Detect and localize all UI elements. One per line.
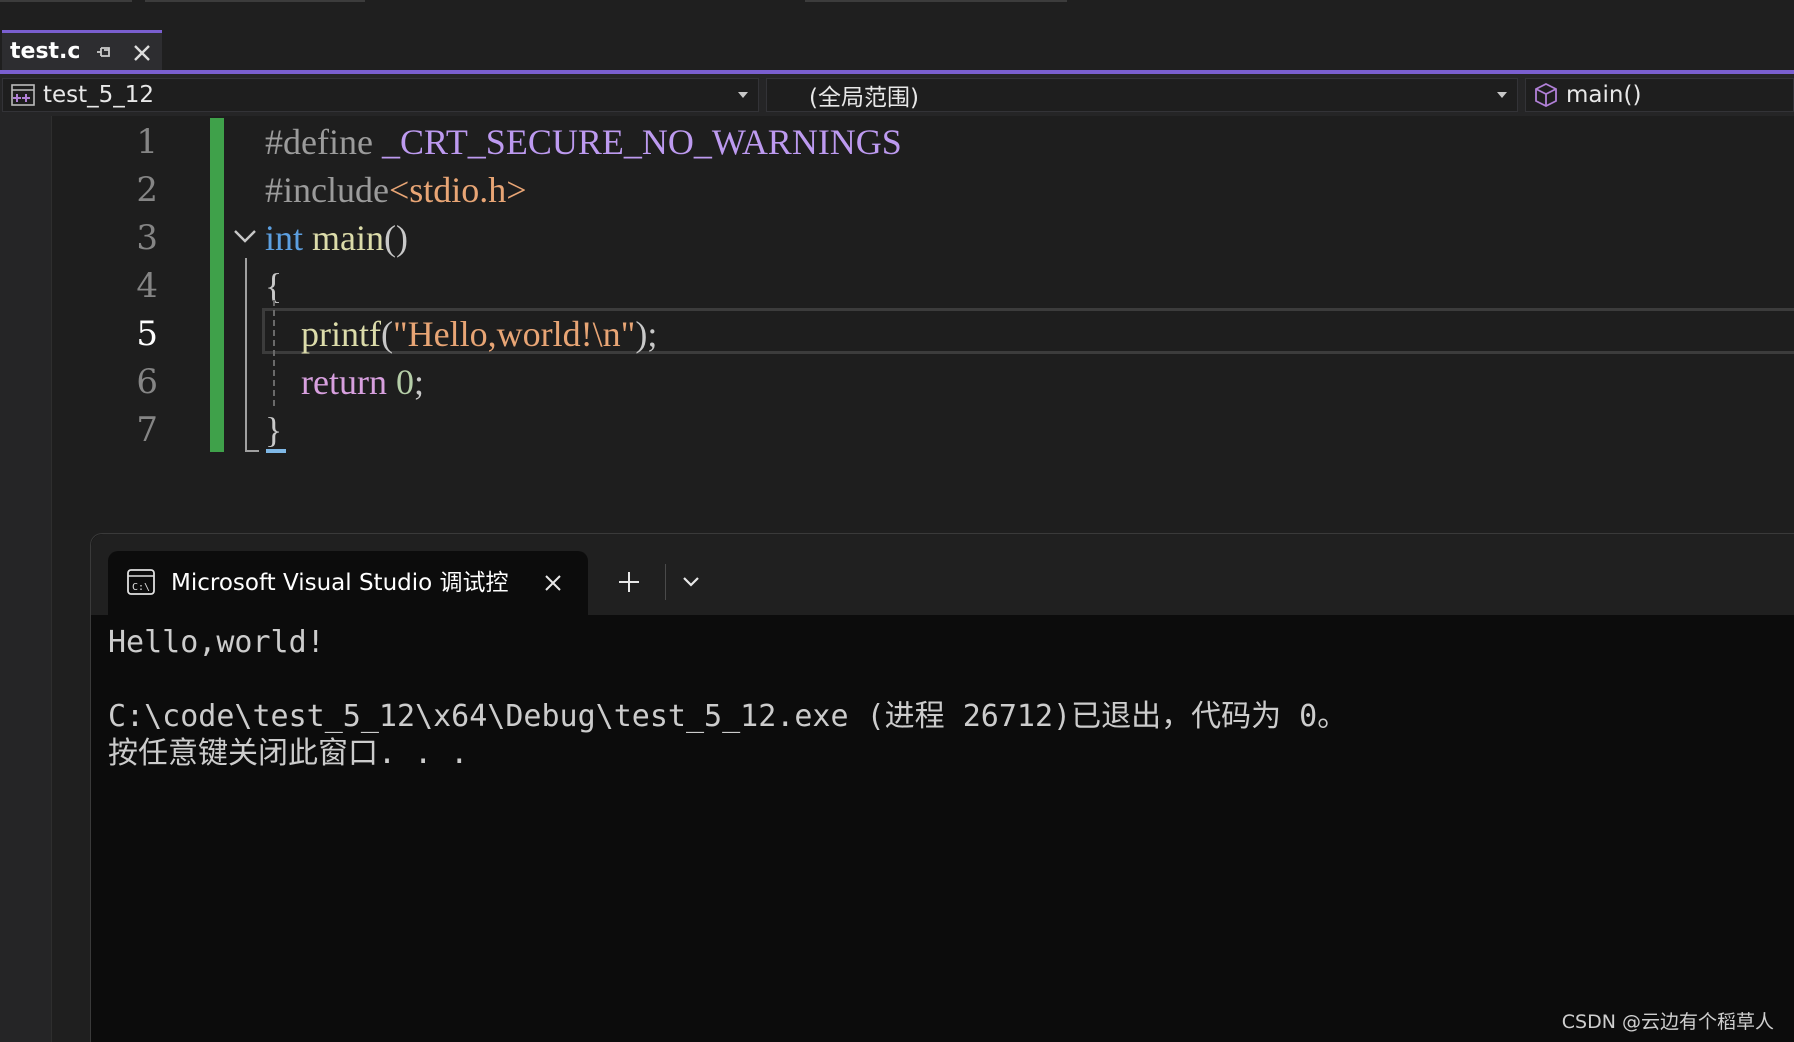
scope-dropdown[interactable]: (全局范围)	[766, 78, 1518, 112]
output-line: Hello,world!	[108, 625, 325, 660]
tab-title: test.c	[10, 39, 81, 64]
code-line[interactable]: }	[265, 406, 282, 454]
line-number: 5	[136, 314, 158, 354]
line-number: 6	[136, 362, 158, 402]
chevron-down-icon	[1497, 92, 1507, 98]
line-number: 2	[136, 170, 158, 210]
console-icon: C:\	[127, 569, 155, 595]
line-number: 7	[136, 410, 158, 450]
pin-icon[interactable]	[96, 45, 112, 59]
line-number: 4	[136, 266, 158, 306]
project-dropdown[interactable]: test_5_12	[2, 78, 759, 112]
code-token: _CRT_SECURE_NO_WARNINGS	[381, 122, 902, 162]
code-token: return	[301, 362, 387, 402]
code-token: #include	[265, 170, 389, 210]
debug-console-window: C:\ Microsoft Visual Studio 调试控制台 Hello,…	[90, 533, 1794, 1042]
outline-brace-guide	[245, 258, 259, 452]
output-line: 按任意键关闭此窗口. . .	[108, 736, 469, 771]
code-token: (	[380, 314, 393, 354]
scope-label: (全局范围)	[809, 85, 919, 111]
project-name: test_5_12	[43, 82, 155, 108]
code-token: main	[312, 218, 384, 258]
change-tracking-bar	[210, 118, 224, 452]
line-number: 3	[136, 218, 158, 258]
document-tab-bar: test.c	[0, 30, 1794, 72]
code-line[interactable]: printf("Hello,world!\n");	[265, 310, 657, 358]
titlebar-separator	[665, 564, 666, 600]
code-token: printf	[301, 314, 381, 354]
code-token: #define	[265, 122, 382, 162]
tab-test-c[interactable]: test.c	[2, 30, 162, 70]
plus-icon[interactable]	[617, 570, 641, 594]
code-token: ;	[413, 362, 424, 402]
svg-text:C:\: C:\	[132, 582, 150, 593]
terminal-tab-title: Microsoft Visual Studio 调试控制台	[171, 570, 509, 596]
chevron-down-icon[interactable]	[681, 574, 701, 590]
brace-match-marker	[266, 449, 286, 453]
code-token: "Hello,world!\n"	[392, 314, 636, 354]
code-line[interactable]: int main()	[265, 214, 408, 262]
indicator-margin	[0, 116, 52, 1042]
close-icon[interactable]	[543, 573, 563, 593]
indent-guide	[273, 300, 275, 406]
code-token: int	[265, 218, 304, 258]
code-line[interactable]: #include<stdio.h>	[265, 166, 527, 214]
cpp-project-icon	[11, 84, 35, 106]
member-dropdown[interactable]: main()	[1525, 78, 1794, 112]
tab-strip-hint	[805, 0, 1067, 2]
code-token: <stdio.h>	[388, 170, 527, 210]
line-number: 1	[136, 122, 158, 162]
chevron-down-icon	[738, 92, 748, 98]
tab-strip-hint	[0, 0, 132, 2]
tab-strip-hint	[145, 0, 365, 2]
code-token: 0	[395, 362, 414, 402]
code-line[interactable]: return 0;	[265, 358, 424, 406]
output-line: C:\code\test_5_12\x64\Debug\test_5_12.ex…	[108, 699, 1348, 734]
navigation-bar: test_5_12 (全局范围) main()	[0, 74, 1794, 116]
close-icon[interactable]	[132, 43, 152, 63]
code-line[interactable]: #define _CRT_SECURE_NO_WARNINGS	[265, 118, 902, 166]
code-token: ()	[384, 218, 408, 258]
terminal-tab[interactable]: C:\ Microsoft Visual Studio 调试控制台	[108, 551, 588, 615]
terminal-output[interactable]: Hello,world! C:\code\test_5_12\x64\Debug…	[108, 624, 1778, 1024]
member-label: main()	[1566, 82, 1642, 108]
function-cube-icon	[1535, 82, 1557, 108]
code-token: );	[635, 314, 658, 354]
top-strip	[0, 0, 1794, 30]
terminal-title-bar: C:\ Microsoft Visual Studio 调试控制台	[91, 534, 1794, 615]
watermark: CSDN @云边有个稻草人	[1561, 1011, 1774, 1033]
collapse-chevron-icon[interactable]	[232, 226, 258, 246]
code-token: }	[265, 410, 283, 450]
